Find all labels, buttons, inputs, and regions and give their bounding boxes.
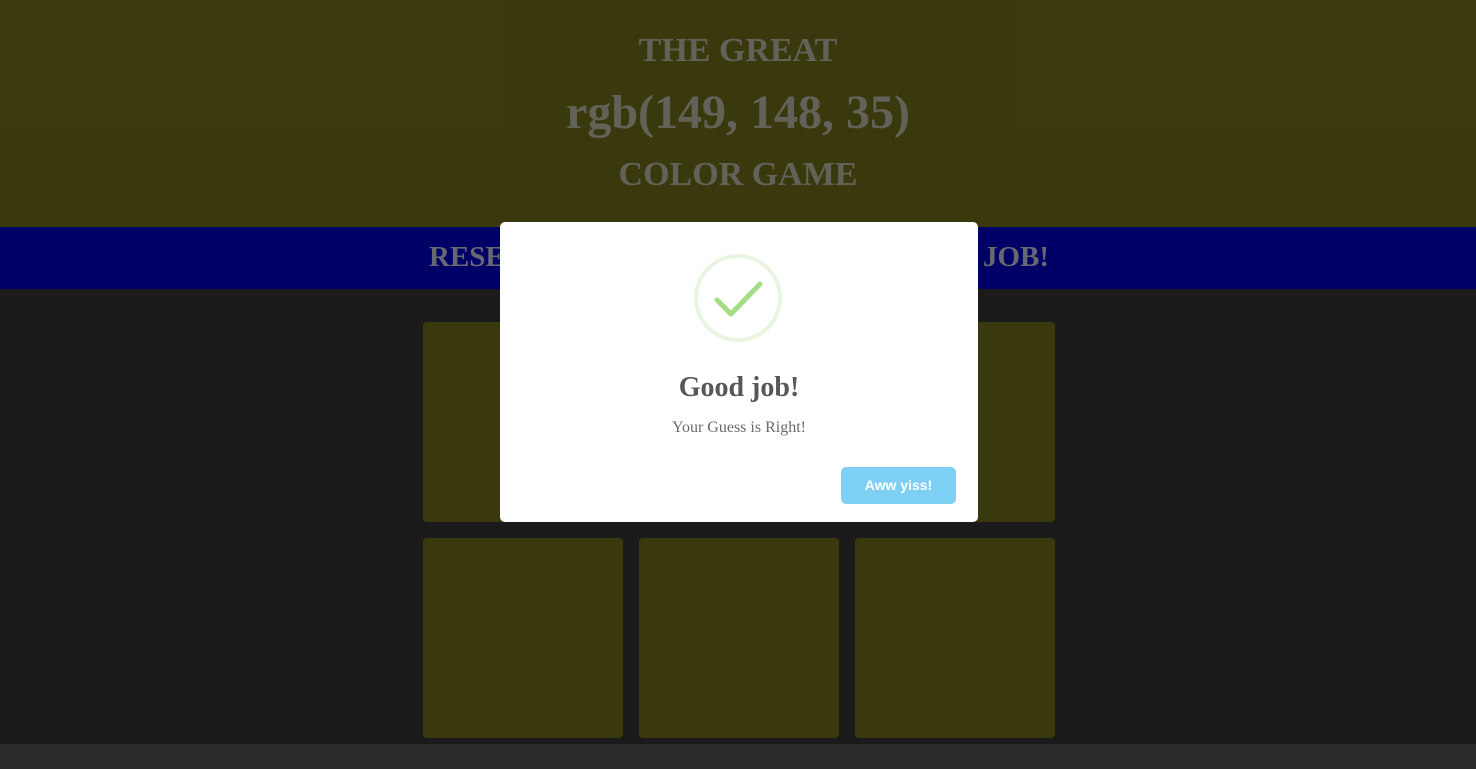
success-check-icon bbox=[694, 254, 782, 342]
modal-title: Good job! bbox=[678, 372, 800, 403]
confirm-button[interactable]: Aww yiss! bbox=[841, 467, 956, 504]
modal-message: Your Guess is Right! bbox=[672, 419, 806, 436]
success-modal: Good job! Your Guess is Right! Aww yiss! bbox=[500, 222, 978, 522]
